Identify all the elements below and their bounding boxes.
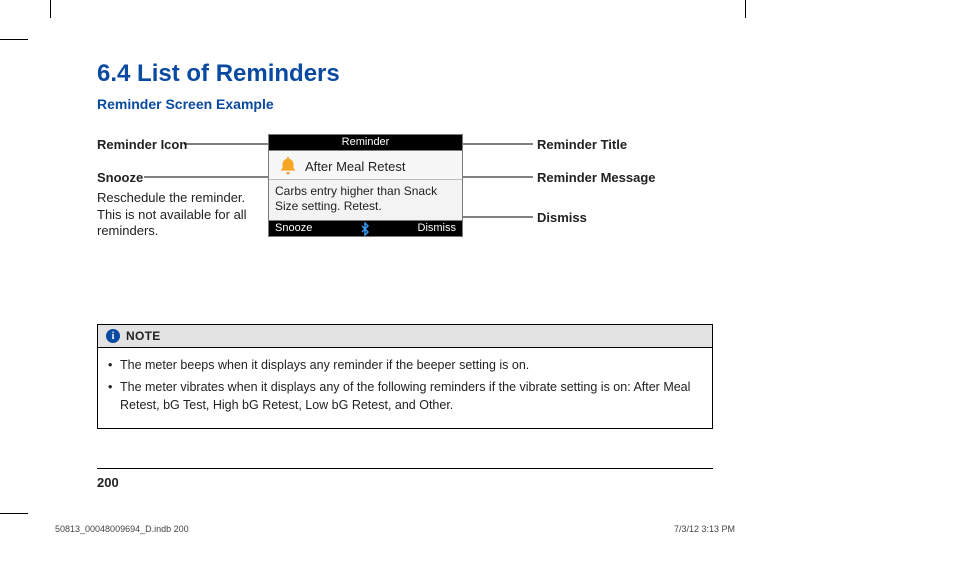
callout-label: Reminder Title xyxy=(537,137,707,153)
note-label: NOTE xyxy=(126,329,161,343)
reminder-device-screen: Reminder After Meal Retest Carbs entry h… xyxy=(268,134,463,237)
imprint-file: 50813_00048009694_D.indb 200 xyxy=(55,524,189,534)
subheading: Reminder Screen Example xyxy=(97,96,713,112)
callout-label: Reminder Icon xyxy=(97,137,247,153)
crop-mark-top xyxy=(50,0,51,18)
section-title: 6.4 List of Reminders xyxy=(97,60,713,88)
bell-icon xyxy=(277,155,299,177)
crop-mark-left xyxy=(0,39,28,40)
device-snooze-label: Snooze xyxy=(275,222,312,234)
note-item: The meter beeps when it displays any rem… xyxy=(108,356,702,374)
note-box: i NOTE The meter beeps when it displays … xyxy=(97,324,713,429)
page-content: 6.4 List of Reminders Reminder Screen Ex… xyxy=(97,60,713,429)
callout-dismiss: Dismiss xyxy=(537,210,707,226)
page-number: 200 xyxy=(97,468,713,490)
callout-label: Snooze xyxy=(97,170,247,186)
callout-description: Reschedule the reminder. This is not ava… xyxy=(97,190,247,239)
callout-reminder-title: Reminder Title xyxy=(537,137,707,153)
device-message-body: Carbs entry higher than Snack Size setti… xyxy=(269,179,462,220)
callout-snooze: Snooze Reschedule the reminder. This is … xyxy=(97,170,247,239)
crop-mark-bottom xyxy=(0,513,28,514)
note-body: The meter beeps when it displays any rem… xyxy=(98,348,712,428)
reminder-diagram: Reminder Icon Snooze Reschedule the remi… xyxy=(97,132,713,302)
device-titlebar: Reminder xyxy=(269,135,462,151)
note-item: The meter vibrates when it displays any … xyxy=(108,378,702,414)
device-footer: Snooze Dismiss xyxy=(269,220,462,236)
callout-label: Reminder Message xyxy=(537,170,707,186)
callout-reminder-icon: Reminder Icon xyxy=(97,137,247,153)
imprint-footer: 50813_00048009694_D.indb 200 7/3/12 3:13… xyxy=(55,524,735,534)
imprint-datetime: 7/3/12 3:13 PM xyxy=(674,524,735,534)
bluetooth-icon xyxy=(360,222,370,234)
callout-label: Dismiss xyxy=(537,210,707,226)
device-header-row: After Meal Retest xyxy=(269,151,462,179)
note-header: i NOTE xyxy=(98,325,712,348)
device-message-title: After Meal Retest xyxy=(305,159,405,174)
info-icon: i xyxy=(106,329,120,343)
device-dismiss-label: Dismiss xyxy=(418,222,457,234)
crop-mark-right xyxy=(745,0,746,18)
callout-reminder-message: Reminder Message xyxy=(537,170,707,186)
